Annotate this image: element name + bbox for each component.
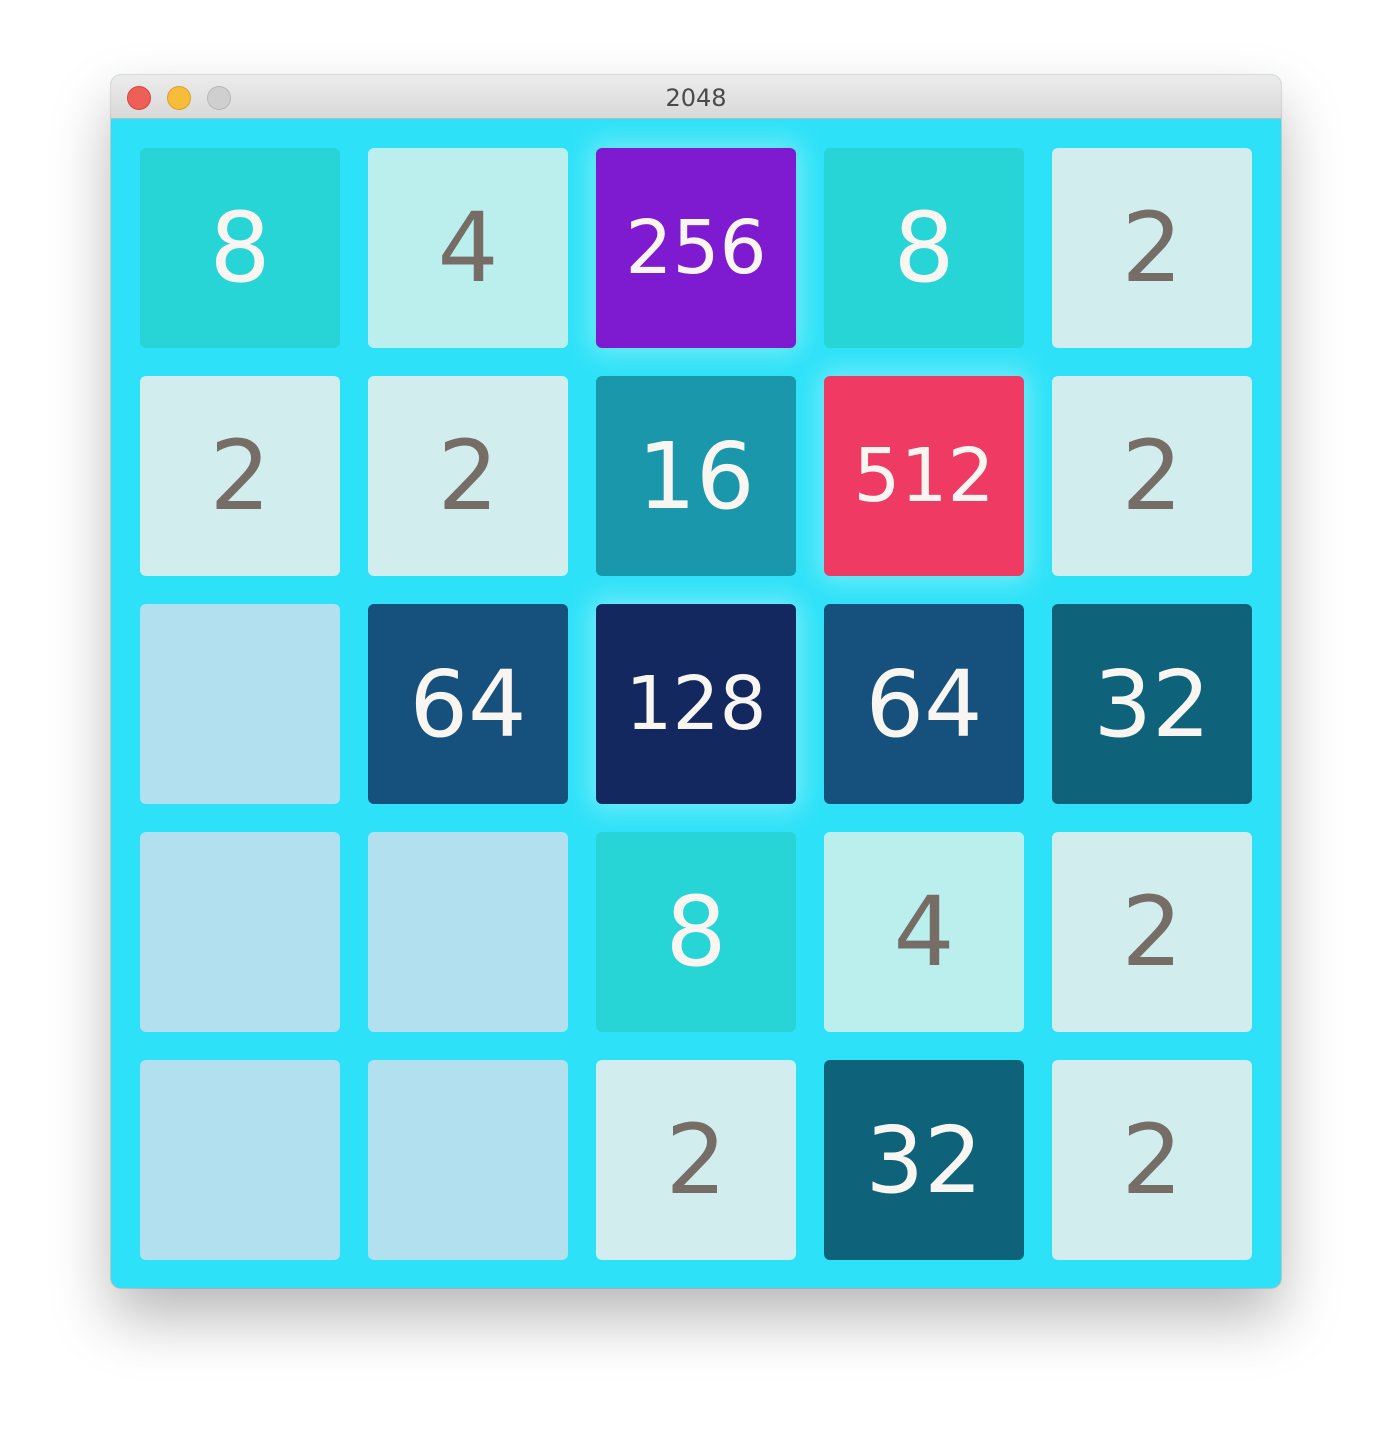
tile-128: 128	[596, 604, 796, 804]
empty-cell	[368, 1060, 568, 1260]
empty-cell	[140, 832, 340, 1032]
tile-2: 2	[1052, 1060, 1252, 1260]
tile-8: 8	[824, 148, 1024, 348]
empty-cell	[140, 604, 340, 804]
tile-2: 2	[1052, 148, 1252, 348]
tile-16: 16	[596, 376, 796, 576]
tile-32: 32	[824, 1060, 1024, 1260]
tile-32: 32	[1052, 604, 1252, 804]
game-board[interactable]: 8 4 256 8 2 2 2 16 512 2 64 128 64 32 8 4 2 2 32 2	[111, 119, 1281, 1288]
empty-cell	[368, 832, 568, 1032]
tile-2: 2	[368, 376, 568, 576]
tile-2: 2	[140, 376, 340, 576]
tile-64: 64	[824, 604, 1024, 804]
tile-2: 2	[596, 1060, 796, 1260]
window-title: 2048	[665, 84, 727, 112]
game-window: 2048 8 4 256 8 2 2 2 16 512 2 64 128 64 32 8 4 2 2 32 2	[111, 75, 1281, 1288]
tile-8: 8	[140, 148, 340, 348]
tile-64: 64	[368, 604, 568, 804]
empty-cell	[140, 1060, 340, 1260]
tile-4: 4	[824, 832, 1024, 1032]
tile-256: 256	[596, 148, 796, 348]
tile-2: 2	[1052, 376, 1252, 576]
title-bar[interactable]: 2048	[111, 75, 1281, 119]
tile-2: 2	[1052, 832, 1252, 1032]
tile-8: 8	[596, 832, 796, 1032]
tile-512: 512	[824, 376, 1024, 576]
tile-4: 4	[368, 148, 568, 348]
